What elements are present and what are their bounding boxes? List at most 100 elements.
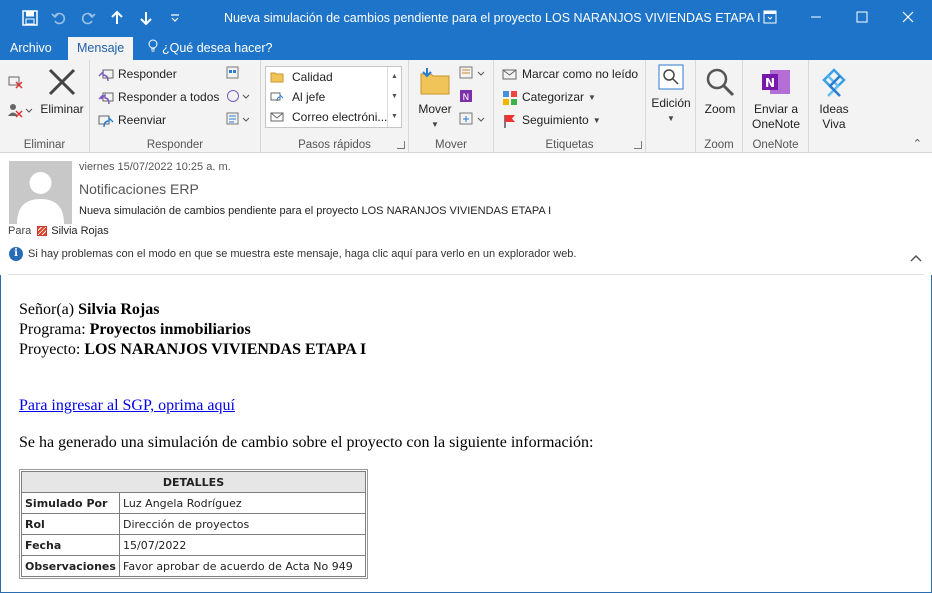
forward-icon	[98, 113, 114, 129]
forward-button[interactable]: Reenviar	[98, 110, 166, 131]
sgp-link-line: Para ingresar al SGP, oprima aquí	[19, 396, 919, 416]
scroll-down-icon[interactable]: ▼	[388, 87, 401, 107]
save-icon[interactable]	[20, 8, 40, 28]
flag-icon	[502, 113, 518, 129]
group-label-mover: Mover	[435, 139, 467, 151]
delete-button[interactable]: Eliminar	[36, 66, 88, 117]
group-responder: Responder Responder a todos Reenviar Res…	[90, 60, 261, 153]
greeting-line: Señor(a) Silvia Rojas	[19, 300, 919, 320]
quick-step-al-jefe[interactable]: Al jefe	[270, 87, 325, 107]
group-edicion: Edición ▼	[646, 60, 696, 153]
viva-insights-button[interactable]: Ideas Viva	[811, 66, 857, 132]
customize-toolbar-icon[interactable]	[165, 8, 185, 28]
group-label-zoom: Zoom	[704, 139, 734, 151]
actions-icon[interactable]	[459, 112, 487, 129]
info-text: Si hay problemas con el modo en que se m…	[28, 248, 577, 260]
row-key: Fecha	[21, 534, 120, 556]
arrow-down-icon[interactable]	[136, 8, 156, 28]
send-to-onenote-button[interactable]: N Enviar a OneNote	[747, 66, 805, 132]
im-reply-icon[interactable]	[226, 89, 250, 106]
mark-unread-button[interactable]: Marcar como no leído	[502, 64, 638, 85]
sender-name[interactable]: Notificaciones ERP	[79, 181, 199, 197]
quick-step-calidad[interactable]: Calidad	[270, 67, 333, 87]
row-value: 15/07/2022	[119, 534, 366, 556]
group-label-onenote: OneNote	[752, 139, 799, 151]
undo-icon[interactable]	[49, 8, 69, 28]
reply-label: Responder	[118, 67, 177, 81]
collapse-ribbon-icon[interactable]: ⌃	[913, 137, 922, 150]
more-respond-icon[interactable]	[226, 112, 250, 129]
table-row: Fecha 15/07/2022	[21, 534, 366, 556]
scroll-up-icon[interactable]: ▲	[388, 67, 401, 87]
delete-x-icon	[46, 66, 78, 98]
onenote-small-icon[interactable]: N	[459, 89, 475, 106]
quick-step-label: Al jefe	[292, 90, 326, 104]
program-line: Programa: Proyectos inmobiliarios	[19, 320, 919, 340]
message-header: viernes 15/07/2022 10:25 a. m. Notificac…	[0, 153, 932, 275]
quick-steps-scroll[interactable]: ▲ ▼ ▼	[387, 67, 401, 127]
categorize-button[interactable]: Categorizar ▼	[502, 87, 596, 108]
onenote-icon: N	[760, 66, 792, 98]
row-value: Favor aprobar de acuerdo de Acta No 949	[119, 555, 366, 577]
tell-me-search[interactable]: ¿Qué desea hacer?	[148, 36, 273, 60]
ribbon: Eliminar Eliminar Responder Responder a …	[0, 60, 932, 153]
recipient-name: Silvia Rojas	[51, 225, 109, 237]
reply-icon	[98, 67, 114, 83]
followup-label: Seguimiento	[522, 113, 589, 127]
meeting-reply-icon[interactable]	[226, 66, 242, 83]
recipient-chip[interactable]: Silvia Rojas	[37, 225, 109, 237]
move-label: Mover	[418, 102, 452, 116]
maximize-icon[interactable]	[839, 0, 885, 33]
group-label-eliminar: Eliminar	[23, 139, 66, 151]
forward-label: Reenviar	[118, 113, 167, 127]
cleanup-icon[interactable]	[7, 102, 33, 121]
row-key: Simulado Por	[21, 492, 120, 514]
group-label-quick-steps: Pasos rápidos	[298, 139, 371, 151]
project-line: Proyecto: LOS NARANJOS VIVIENDAS ETAPA I	[19, 340, 919, 360]
unread-envelope-icon	[502, 67, 518, 83]
reply-button[interactable]: Responder	[98, 64, 177, 85]
to-label: Para	[8, 225, 32, 237]
rules-icon[interactable]	[459, 66, 487, 83]
delete-label: Eliminar	[40, 102, 84, 116]
details-table: DETALLES Simulado Por Luz Angela Rodrígue…	[21, 471, 366, 577]
group-mover: Mover ▼ N Mover	[409, 60, 494, 153]
forward-mail-icon	[270, 89, 286, 105]
zoom-button[interactable]: Zoom	[698, 66, 742, 117]
svg-text:N: N	[765, 76, 775, 90]
redo-icon[interactable]	[78, 8, 98, 28]
reply-all-button[interactable]: Responder a todos	[98, 87, 219, 108]
tab-archivo[interactable]: Archivo	[1, 37, 61, 60]
arrow-up-icon[interactable]	[107, 8, 127, 28]
expand-gallery-icon[interactable]: ▼	[388, 107, 401, 127]
info-bar[interactable]: i Si hay problemas con el modo en que se…	[9, 247, 577, 261]
chevron-down-icon: ▼	[588, 93, 596, 102]
viva-label-1: Ideas	[819, 102, 849, 116]
tell-me-text: ¿Qué desea hacer?	[162, 41, 273, 55]
project-prefix: Proyecto:	[19, 341, 85, 358]
move-button[interactable]: Mover ▼	[415, 66, 455, 132]
group-viva: Ideas Viva	[809, 60, 859, 153]
ribbon-display-options-icon[interactable]	[747, 0, 793, 33]
row-value: Luz Angela Rodríguez	[119, 492, 366, 514]
viva-insights-icon	[818, 66, 850, 98]
categorize-label: Categorizar	[522, 90, 585, 104]
quick-step-correo[interactable]: Correo electróni...	[270, 107, 387, 127]
followup-button[interactable]: Seguimiento ▼	[502, 110, 601, 131]
window-title: Nueva simulación de cambios pendiente pa…	[224, 11, 761, 25]
message-date: viernes 15/07/2022 10:25 a. m.	[79, 161, 231, 173]
header-separator	[8, 274, 924, 275]
chevron-down-icon: ▼	[667, 114, 675, 123]
program-value: Proyectos inmobiliarios	[89, 321, 251, 338]
close-icon[interactable]	[885, 0, 931, 33]
tab-mensaje[interactable]: Mensaje	[68, 37, 134, 60]
sgp-link[interactable]: Para ingresar al SGP, oprima aquí	[19, 397, 235, 414]
ignore-icon[interactable]	[7, 72, 25, 93]
collapse-header-icon[interactable]	[910, 251, 922, 265]
info-icon: i	[9, 247, 23, 261]
edicion-button[interactable]: Edición ▼	[649, 64, 693, 126]
table-row: Observaciones Favor aprobar de acuerdo de…	[21, 555, 366, 577]
onenote-label-1: Enviar a	[753, 102, 799, 116]
categorize-icon	[502, 90, 518, 106]
minimize-icon[interactable]	[793, 0, 839, 33]
